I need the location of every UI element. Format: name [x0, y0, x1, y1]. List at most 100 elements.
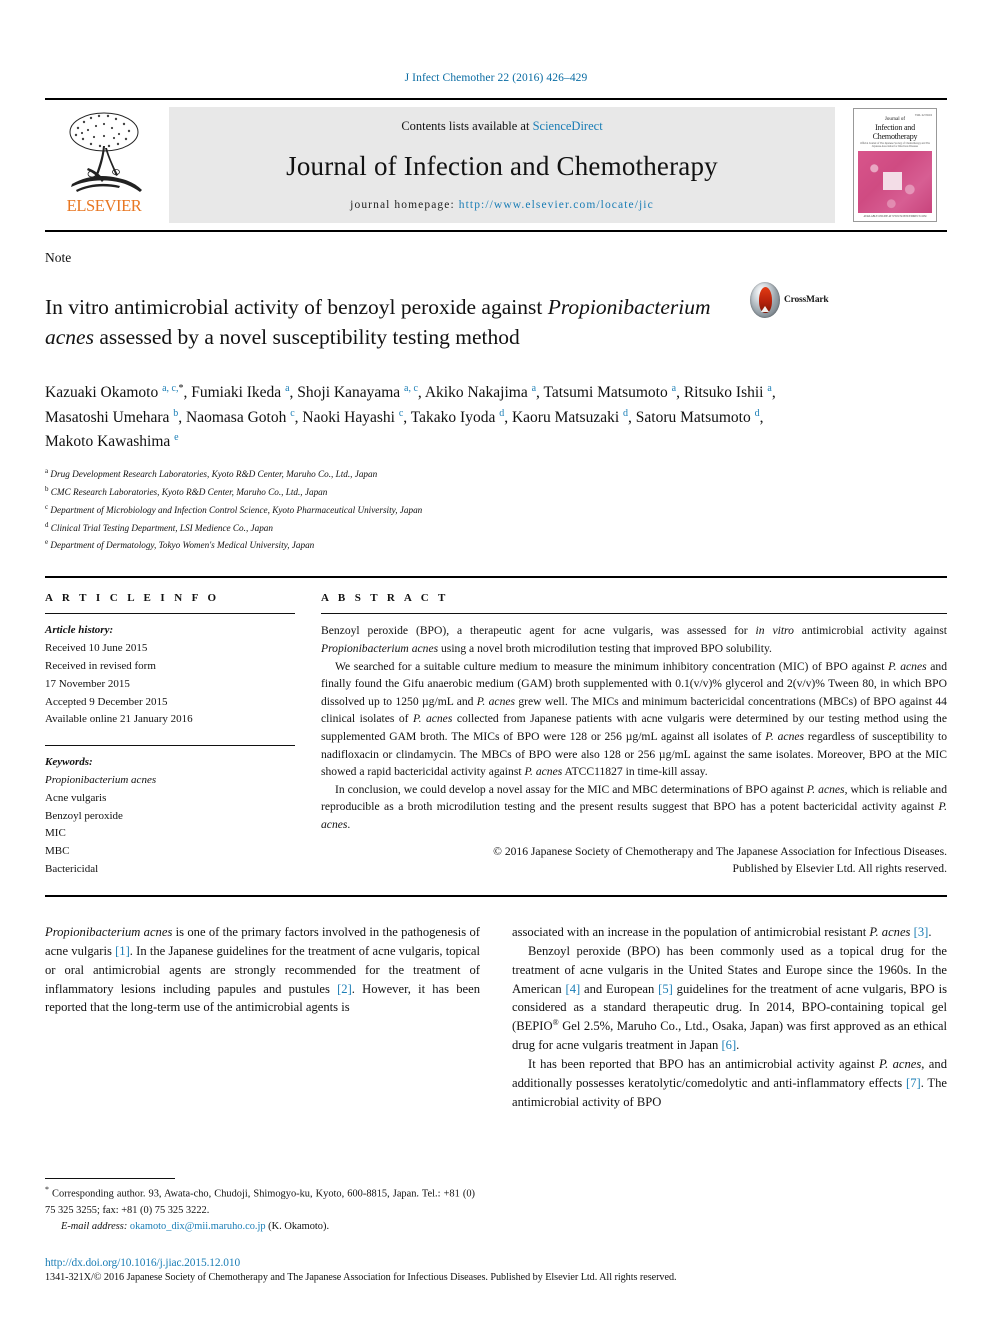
author-separator: ,: [504, 408, 512, 426]
footnote-divider: [45, 1178, 175, 1180]
keyword-item[interactable]: MIC: [45, 825, 295, 843]
affiliation-text: Department of Microbiology and Infection…: [48, 504, 423, 515]
crossmark-badge[interactable]: CrossMark: [750, 282, 860, 318]
abstract-copyright: © 2016 Japanese Society of Chemotherapy …: [321, 843, 947, 878]
elsevier-logo: ELSEVIER: [45, 100, 163, 230]
homepage-prefix: journal homepage:: [350, 199, 459, 211]
author-name[interactable]: Fumiaki Ikeda: [191, 384, 285, 401]
author-separator: ,: [403, 408, 411, 426]
author-name[interactable]: Naoki Hayashi: [302, 409, 398, 426]
citation-ref-6[interactable]: [6]: [721, 1038, 736, 1052]
abstract-column: A B S T R A C T Benzoyl peroxide (BPO), …: [321, 592, 947, 879]
article-history-block: Article history: Received 10 June 2015 Re…: [45, 622, 295, 729]
br-p2-b: and European: [580, 981, 659, 996]
homepage-url-link[interactable]: http://www.elsevier.com/locate/jic: [459, 199, 654, 211]
corresponding-author-footnote: * Corresponding author. 93, Awata-cho, C…: [45, 1178, 475, 1235]
keyword-item[interactable]: Propionibacterium acnes: [45, 772, 295, 790]
info-abstract-band: A R T I C L E I N F O Article history: R…: [45, 576, 947, 897]
author-separator: ,: [536, 384, 544, 402]
abs-p2-it5: P. acnes: [524, 765, 563, 779]
author-list: Kazuaki Okamoto a, c,*, Fumiaki Ikeda a,…: [45, 381, 785, 455]
abs-p3-c: .: [347, 818, 351, 832]
affiliation-text: Drug Development Research Laboratories, …: [48, 468, 378, 479]
abs-p2-it2: P. acnes: [476, 694, 516, 708]
citation-ref-3[interactable]: [3]: [914, 925, 929, 939]
citation-ref-5[interactable]: [5]: [658, 982, 673, 996]
author-name[interactable]: Kazuaki Okamoto: [45, 384, 162, 401]
author-name[interactable]: Akiko Nakajima: [425, 384, 532, 401]
citation-ref-4[interactable]: [4]: [566, 982, 581, 996]
author-name[interactable]: Tatsumi Matsumoto: [544, 384, 672, 401]
author-affiliation-marker: a, c,: [162, 382, 179, 394]
affiliation-text: Department of Dermatology, Tokyo Women's…: [48, 540, 315, 551]
footnote-email-line: E-mail address: okamoto_dix@mii.maruho.c…: [45, 1219, 475, 1235]
author-name[interactable]: Naomasa Gotoh: [186, 409, 290, 426]
affiliation-item: c Department of Microbiology and Infecti…: [45, 501, 947, 519]
email-address-label: E-mail address:: [61, 1220, 128, 1232]
author-name[interactable]: Satoru Matsumoto: [636, 409, 755, 426]
author-name[interactable]: Masatoshi Umehara: [45, 409, 173, 426]
author-separator: ,: [178, 408, 187, 426]
masthead-center: Contents lists available at ScienceDirec…: [169, 107, 835, 223]
abs-p2-it1: P. acnes: [888, 659, 927, 673]
br-p1-it: P. acnes: [869, 924, 911, 939]
crossmark-icon: [750, 282, 780, 318]
keyword-item[interactable]: Bactericidal: [45, 861, 295, 879]
author-name[interactable]: Shoji Kanayama: [297, 384, 404, 401]
article-info-heading: A R T I C L E I N F O: [45, 592, 220, 605]
keyword-item[interactable]: Acne vulgaris: [45, 790, 295, 808]
article-history-label: Article history:: [45, 624, 114, 637]
affiliation-text: Clinical Trial Testing Department, LSI M…: [48, 522, 273, 533]
br-p2-e: .: [736, 1038, 740, 1053]
abs-p2-a: We searched for a suitable culture mediu…: [335, 659, 889, 673]
citation-ref-2[interactable]: [2]: [337, 982, 352, 996]
br-p1-a: associated with an increase in the popul…: [512, 924, 870, 939]
author-name[interactable]: Kaoru Matsuzaki: [512, 409, 623, 426]
abs-p3-it1: P. acnes: [806, 782, 845, 796]
article-history-item: Accepted 9 December 2015: [45, 695, 168, 708]
journal-cover-thumbnail: VOL 22 NO 6 Journal of Infection and Che…: [843, 100, 947, 230]
article-history-item: Available online 21 January 2016: [45, 713, 193, 726]
doi-link[interactable]: http://dx.doi.org/10.1016/j.jiac.2015.12…: [45, 1257, 947, 1269]
email-suffix: (K. Okamoto).: [265, 1220, 330, 1232]
br-p3-a: It has been reported that BPO has an ant…: [528, 1057, 879, 1072]
body-column-right: associated with an increase in the popul…: [512, 923, 947, 1181]
body-right-paragraph-2: Benzoyl peroxide (BPO) has been commonly…: [512, 942, 947, 1056]
author-affiliation-marker: e: [174, 432, 179, 444]
cover-subtitle: Official Journal of The Japanese Society…: [860, 142, 930, 149]
author-separator: ,: [771, 384, 776, 402]
title-row: In vitro antimicrobial activity of benzo…: [45, 278, 947, 367]
body-column-left: Propionibacterium acnes is one of the pr…: [45, 923, 480, 1181]
abs-p1-c: using a novel broth microdilution testin…: [438, 641, 772, 655]
corresponding-author-email-link[interactable]: okamoto_dix@mii.maruho.co.jp: [130, 1221, 266, 1232]
article-history-item: Received in revised form: [45, 659, 156, 672]
article-info-column: A R T I C L E I N F O Article history: R…: [45, 592, 295, 879]
keywords-block: Keywords: Propionibacterium acnes Acne vu…: [45, 754, 295, 879]
keywords-rule: [45, 745, 295, 747]
abs-p2-f: ATCC11827 in time-kill assay.: [562, 765, 708, 779]
author-name[interactable]: Takako Iyoda: [411, 409, 499, 426]
author-separator: ,: [676, 384, 684, 402]
citation-ref-1[interactable]: [1]: [115, 944, 130, 958]
footnote-body: Corresponding author. 93, Awata-cho, Chu…: [45, 1188, 475, 1216]
affiliation-item: a Drug Development Research Laboratories…: [45, 465, 947, 483]
author-separator: ,: [759, 408, 764, 426]
running-head: J Infect Chemother 22 (2016) 426–429: [404, 72, 588, 84]
abs-p1-a: Benzoyl peroxide (BPO), a therapeutic ag…: [321, 624, 756, 638]
author-name[interactable]: Ritsuko Ishii: [684, 384, 768, 401]
abs-p2-it4: P. acnes: [765, 730, 805, 743]
abstract-paragraph-1: Benzoyl peroxide (BPO), a therapeutic ag…: [321, 622, 947, 657]
keywords-label: Keywords:: [45, 756, 93, 769]
affiliation-list: a Drug Development Research Laboratories…: [45, 465, 947, 554]
issn-copyright-line: 1341-321X/© 2016 Japanese Society of Che…: [45, 1272, 677, 1283]
keyword-item[interactable]: MBC: [45, 843, 295, 861]
article-info-rule: [45, 613, 295, 615]
author-name[interactable]: Makoto Kawashima: [45, 433, 174, 450]
abs-p3-a: In conclusion, we could develop a novel …: [335, 782, 807, 796]
citation-ref-7[interactable]: [7]: [906, 1076, 921, 1090]
affiliation-item: b CMC Research Laboratories, Kyoto R&D C…: [45, 483, 947, 501]
sciencedirect-link[interactable]: ScienceDirect: [533, 119, 603, 133]
abstract-rule: [321, 613, 947, 615]
author-separator: ,: [417, 384, 425, 402]
keyword-item[interactable]: Benzoyl peroxide: [45, 808, 295, 826]
